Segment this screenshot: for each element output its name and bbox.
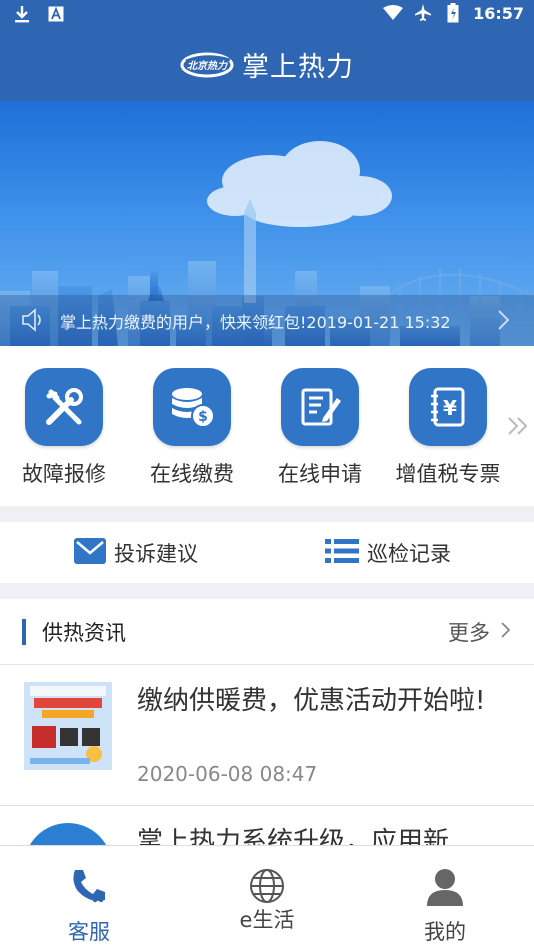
svg-text:¥: ¥ <box>443 396 457 420</box>
download-icon <box>12 4 32 24</box>
nav-label: 客服 <box>68 920 110 944</box>
nav-tab-mine[interactable]: 我的 <box>356 846 534 950</box>
nav-tab-customer-service[interactable]: 客服 <box>0 846 178 950</box>
app-title: 掌上热力 <box>242 52 354 83</box>
quick-service-menu: 故障报修 $ 在线缴费 在线申请 ¥ 增值税专票 <box>0 346 534 506</box>
quick-item-online-application[interactable]: 在线申请 <box>256 368 384 488</box>
double-chevron-right-icon[interactable] <box>506 414 530 438</box>
quick-item-label: 在线申请 <box>278 462 362 486</box>
speaker-icon <box>20 307 46 333</box>
nav-tab-e-life[interactable]: e生活 <box>178 846 356 950</box>
quick-item-label: 增值税专票 <box>395 462 501 486</box>
invoice-yen-icon: ¥ <box>409 368 487 446</box>
list-icon <box>325 539 359 567</box>
quick-item-fault-repair[interactable]: 故障报修 <box>0 368 128 488</box>
svg-text:$: $ <box>198 409 208 425</box>
status-bar: 16:57 <box>0 0 534 28</box>
news-section-title: 供热资讯 <box>42 621 126 645</box>
battery-icon <box>443 3 463 23</box>
chevron-right-icon <box>500 620 512 644</box>
wifi-icon <box>383 3 404 23</box>
notification-a-icon <box>46 4 66 24</box>
edit-form-icon <box>281 368 359 446</box>
notice-text: 掌上热力缴费的用户，快来领红包!2019-01-21 15:32 <box>60 313 451 332</box>
user-icon <box>423 864 467 908</box>
news-list-item[interactable]: 缴纳供暖费，优惠活动开始啦! 2020-06-08 08:47 <box>0 666 534 806</box>
beijing-heat-logo: 北京热力 <box>180 51 234 79</box>
news-more-link[interactable]: 更多 <box>448 617 512 647</box>
notice-bar[interactable]: 掌上热力缴费的用户，快来领红包!2019-01-21 15:32 <box>0 295 534 346</box>
quick-item-online-payment[interactable]: $ 在线缴费 <box>128 368 256 488</box>
promo-banner[interactable]: 掌上热力缴费的用户，快来领红包!2019-01-21 15:32 <box>0 101 534 346</box>
coins-icon: $ <box>153 368 231 446</box>
inspection-records-label: 巡检记录 <box>367 542 451 566</box>
app-header: 北京热力 掌上热力 <box>0 28 534 101</box>
airplane-mode-icon <box>413 3 433 23</box>
phone-icon <box>67 864 111 908</box>
quick-item-label: 故障报修 <box>22 462 106 486</box>
secondary-links: 投诉建议 巡检记录 <box>0 522 534 583</box>
chevron-right-icon <box>496 308 512 332</box>
complaint-suggestion-label: 投诉建议 <box>114 542 198 566</box>
globe-icon <box>245 864 289 908</box>
mail-icon <box>74 538 106 568</box>
news-item-title: 缴纳供暖费，优惠活动开始啦! <box>137 686 486 716</box>
quick-item-vat-invoice[interactable]: ¥ 增值税专票 <box>384 368 512 488</box>
complaint-suggestion-link[interactable]: 投诉建议 <box>74 538 198 568</box>
section-accent-bar <box>22 619 26 645</box>
news-more-label: 更多 <box>448 621 490 645</box>
news-header: 供热资讯 更多 <box>0 599 534 665</box>
heating-news-card: 供热资讯 更多 缴纳供暖费，优惠活动开始啦! 2020-06-08 08:47 … <box>0 599 534 867</box>
news-item-date: 2020-06-08 08:47 <box>137 762 318 786</box>
tools-icon <box>25 368 103 446</box>
app-screen: 16:57 北京热力 掌上热力 掌上热力缴费的用户，快来领红包!2019-01-… <box>0 0 534 950</box>
clock-time: 16:57 <box>473 3 524 23</box>
svg-text:北京热力: 北京热力 <box>187 60 228 72</box>
inspection-records-link[interactable]: 巡检记录 <box>325 538 451 568</box>
news-thumbnail <box>24 682 112 770</box>
bottom-navigation: 客服 e生活 我的 <box>0 845 534 950</box>
nav-label: 我的 <box>424 920 466 944</box>
nav-label: e生活 <box>239 908 295 932</box>
quick-item-label: 在线缴费 <box>150 462 234 486</box>
